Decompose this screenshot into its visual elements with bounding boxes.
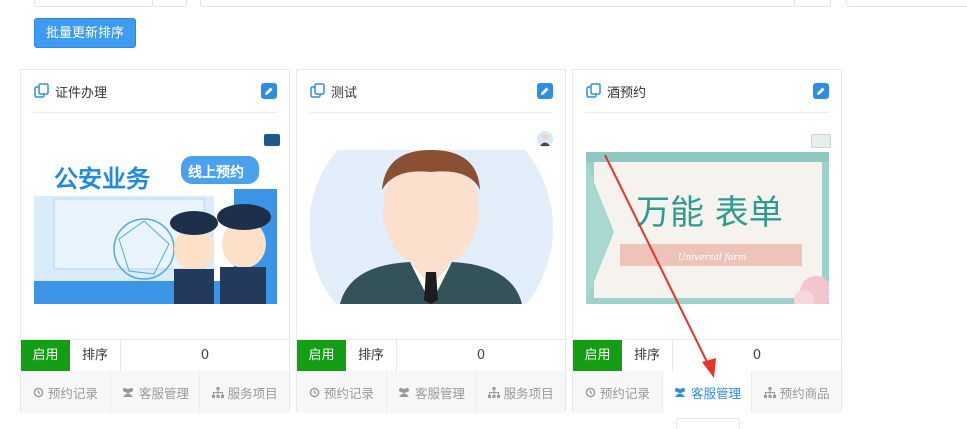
card-title: 测试 bbox=[331, 85, 358, 101]
copy-icon bbox=[586, 83, 601, 98]
card-actions: 预约记录 客服管理 预约商品 bbox=[573, 371, 841, 413]
enable-button[interactable]: 启用 bbox=[573, 340, 622, 371]
top-filter-left[interactable] bbox=[34, 0, 154, 7]
card-title: 酒预约 bbox=[607, 85, 647, 101]
card-actions: 预约记录 客服管理 服务项目 bbox=[297, 371, 565, 413]
card-title: 证件办理 bbox=[55, 85, 108, 101]
sort-input[interactable]: 0 bbox=[397, 340, 565, 371]
service-items-link[interactable]: 服务项目 bbox=[476, 371, 565, 413]
enable-button[interactable]: 启用 bbox=[297, 340, 346, 371]
top-search-addon[interactable] bbox=[794, 0, 831, 7]
sort-input[interactable]: 0 bbox=[673, 340, 841, 371]
action-label: 客服管理 bbox=[139, 385, 190, 401]
action-label: 预约商品 bbox=[779, 385, 830, 401]
action-label: 服务项目 bbox=[227, 385, 278, 401]
top-filter-left-addon[interactable] bbox=[152, 0, 187, 7]
sort-input[interactable]: 0 bbox=[121, 340, 289, 371]
card-header: 酒预约 bbox=[585, 70, 829, 113]
service-card: 酒预约 万能 表单 Universal form 启用 排序 0 预约记录 客服… bbox=[572, 69, 842, 413]
tooltip-stub bbox=[676, 418, 740, 429]
universal-form-banner-illustration: 万能 表单 Universal form bbox=[586, 152, 829, 304]
copy-icon bbox=[310, 83, 325, 98]
sitemap-icon bbox=[211, 386, 224, 398]
card-banner-image: 公安业务 线上预约 bbox=[34, 149, 277, 304]
card-banner-image: 万能 表单 Universal form bbox=[586, 152, 829, 304]
service-items-link[interactable]: 服务项目 bbox=[200, 371, 289, 413]
avatar-mini-icon bbox=[537, 131, 553, 147]
action-label: 服务项目 bbox=[503, 385, 554, 401]
users-icon bbox=[399, 387, 409, 397]
edit-icon[interactable] bbox=[813, 83, 829, 99]
card-header: 证件办理 bbox=[33, 70, 277, 113]
edit-icon[interactable] bbox=[537, 83, 553, 99]
banner-subtitle: Universal form bbox=[678, 253, 746, 263]
sitemap-icon bbox=[763, 386, 776, 398]
card-actions: 预约记录 客服管理 服务项目 bbox=[21, 371, 289, 413]
users-icon bbox=[675, 387, 685, 397]
service-card: 测试 启用 排序 0 预约记录 客服管理 服务项目 bbox=[296, 69, 566, 413]
sort-label: 排序 bbox=[346, 340, 397, 371]
history-icon bbox=[585, 387, 596, 397]
card-header: 测试 bbox=[309, 70, 553, 113]
edit-icon[interactable] bbox=[261, 83, 277, 99]
police-banner-illustration: 公安业务 线上预约 bbox=[34, 149, 277, 304]
history-icon bbox=[309, 387, 320, 397]
action-label: 预约记录 bbox=[323, 385, 374, 401]
history-icon bbox=[33, 387, 44, 397]
customer-service-link[interactable]: 客服管理 bbox=[111, 371, 201, 413]
service-card: 证件办理 公安业务 线上预约 启用 排序 0 预约记录 客服管理 服务项目 bbox=[20, 69, 290, 413]
booking-records-link[interactable]: 预约记录 bbox=[297, 371, 387, 413]
banner-title: 万能 表单 bbox=[636, 193, 783, 233]
action-label: 客服管理 bbox=[415, 385, 466, 401]
action-label: 客服管理 bbox=[691, 385, 742, 401]
top-search-input[interactable] bbox=[200, 0, 796, 7]
action-label: 预约记录 bbox=[47, 385, 98, 401]
enable-button[interactable]: 启用 bbox=[21, 340, 70, 371]
top-filter-right[interactable] bbox=[846, 0, 967, 7]
customer-service-link[interactable]: 客服管理 bbox=[662, 371, 753, 413]
card-sort-row: 启用 排序 0 bbox=[297, 339, 565, 372]
users-icon bbox=[123, 387, 133, 397]
card-sort-row: 启用 排序 0 bbox=[21, 339, 289, 372]
banner-badge: 线上预约 bbox=[188, 164, 244, 181]
sort-label: 排序 bbox=[622, 340, 673, 371]
default-avatar-illustration bbox=[310, 150, 553, 304]
sitemap-icon bbox=[487, 386, 500, 398]
booking-records-link[interactable]: 预约记录 bbox=[573, 371, 663, 413]
thumbnail-mini-icon bbox=[811, 134, 831, 148]
customer-service-link[interactable]: 客服管理 bbox=[387, 371, 477, 413]
copy-icon bbox=[34, 83, 49, 98]
batch-update-sort-button[interactable]: 批量更新排序 bbox=[34, 18, 136, 48]
card-sort-row: 启用 排序 0 bbox=[573, 339, 841, 372]
banner-title: 公安业务 bbox=[54, 165, 151, 193]
booking-goods-link[interactable]: 预约商品 bbox=[752, 371, 841, 413]
booking-records-link[interactable]: 预约记录 bbox=[21, 371, 111, 413]
card-avatar-image bbox=[310, 150, 553, 304]
action-label: 预约记录 bbox=[599, 385, 650, 401]
thumbnail-mini-icon bbox=[264, 134, 280, 146]
sort-label: 排序 bbox=[70, 340, 121, 371]
